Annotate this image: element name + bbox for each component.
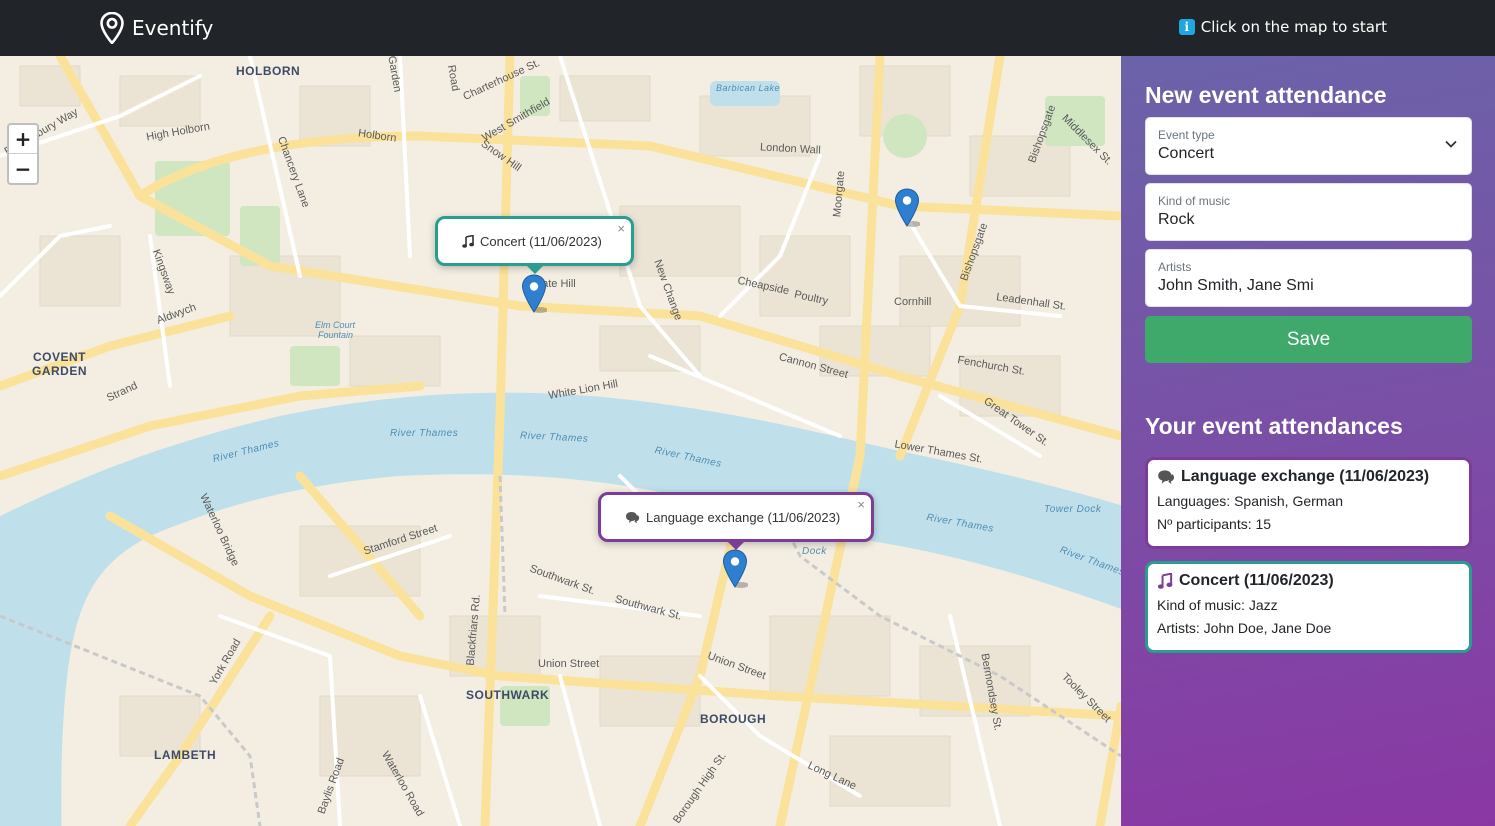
popup-language[interactable]: Language exchange (11/06/2023) × bbox=[598, 492, 874, 550]
popup-close-button[interactable]: × bbox=[617, 221, 625, 236]
popup-close-button[interactable]: × bbox=[857, 497, 865, 512]
event-type-label: Event type bbox=[1158, 128, 1215, 142]
kind-of-music-label: Kind of music bbox=[1158, 194, 1231, 208]
top-navbar: Eventify i Click on the map to start bbox=[0, 0, 1495, 56]
map-pin-icon bbox=[100, 12, 124, 44]
attendances-title: Your event attendances bbox=[1145, 413, 1403, 439]
popup-tip bbox=[525, 265, 544, 274]
map[interactable]: HOLBORN COVENT GARDEN SOUTHWARK BOROUGH … bbox=[0, 56, 1121, 826]
map-marker-new[interactable] bbox=[894, 188, 920, 228]
artists-field[interactable]: Artists John Smith, Jane Smi bbox=[1145, 249, 1472, 307]
music-note-icon bbox=[462, 234, 474, 248]
chevron-down-icon bbox=[1445, 140, 1457, 148]
zoom-control: + − bbox=[7, 123, 39, 185]
map-marker-language[interactable] bbox=[722, 549, 748, 589]
hint-text: Click on the map to start bbox=[1200, 18, 1387, 36]
music-note-icon bbox=[1157, 573, 1173, 589]
new-attendance-title: New event attendance bbox=[1145, 82, 1387, 108]
map-tiles[interactable] bbox=[0, 56, 1121, 826]
card-detail-artists: Artists: John Doe, Jane Doe bbox=[1157, 620, 1332, 636]
map-marker-concert[interactable] bbox=[521, 274, 547, 314]
start-hint: i Click on the map to start bbox=[1178, 18, 1387, 36]
attendance-card-language[interactable]: Language exchange (11/06/2023) Languages… bbox=[1145, 457, 1472, 549]
zoom-out-button[interactable]: − bbox=[9, 154, 37, 183]
kind-of-music-value: Rock bbox=[1158, 211, 1195, 228]
card-title: Language exchange (11/06/2023) bbox=[1157, 468, 1460, 486]
event-type-select[interactable]: Event type Concert bbox=[1145, 117, 1472, 175]
popup-tip bbox=[727, 541, 745, 550]
zoom-in-button[interactable]: + bbox=[9, 125, 37, 154]
app-title: Eventify bbox=[132, 16, 214, 40]
popup-concert[interactable]: Concert (11/06/2023) × bbox=[435, 216, 634, 274]
popup-language-text: Language exchange (11/06/2023) bbox=[646, 509, 841, 525]
kind-of-music-field[interactable]: Kind of music Rock bbox=[1145, 183, 1472, 241]
brand[interactable]: Eventify bbox=[100, 11, 213, 45]
speech-bubbles-icon bbox=[1158, 470, 1175, 484]
info-icon: i bbox=[1178, 19, 1195, 35]
popup-concert-text: Concert (11/06/2023) bbox=[480, 233, 602, 249]
event-type-value: Concert bbox=[1158, 145, 1215, 162]
card-title: Concert (11/06/2023) bbox=[1157, 572, 1460, 590]
artists-value: John Smith, Jane Smi bbox=[1158, 277, 1314, 294]
artists-label: Artists bbox=[1158, 260, 1192, 274]
save-button[interactable]: Save bbox=[1145, 316, 1472, 363]
card-detail-participants: Nº participants: 15 bbox=[1157, 516, 1272, 532]
card-title-text: Concert (11/06/2023) bbox=[1179, 572, 1334, 589]
sidebar: New event attendance Event type Concert … bbox=[1121, 56, 1495, 826]
speech-bubbles-icon bbox=[626, 511, 640, 523]
card-detail-music: Kind of music: Jazz bbox=[1157, 597, 1278, 613]
card-title-text: Language exchange (11/06/2023) bbox=[1181, 468, 1430, 485]
card-detail-languages: Languages: Spanish, German bbox=[1157, 493, 1344, 509]
attendance-card-concert[interactable]: Concert (11/06/2023) Kind of music: Jazz… bbox=[1145, 561, 1472, 653]
